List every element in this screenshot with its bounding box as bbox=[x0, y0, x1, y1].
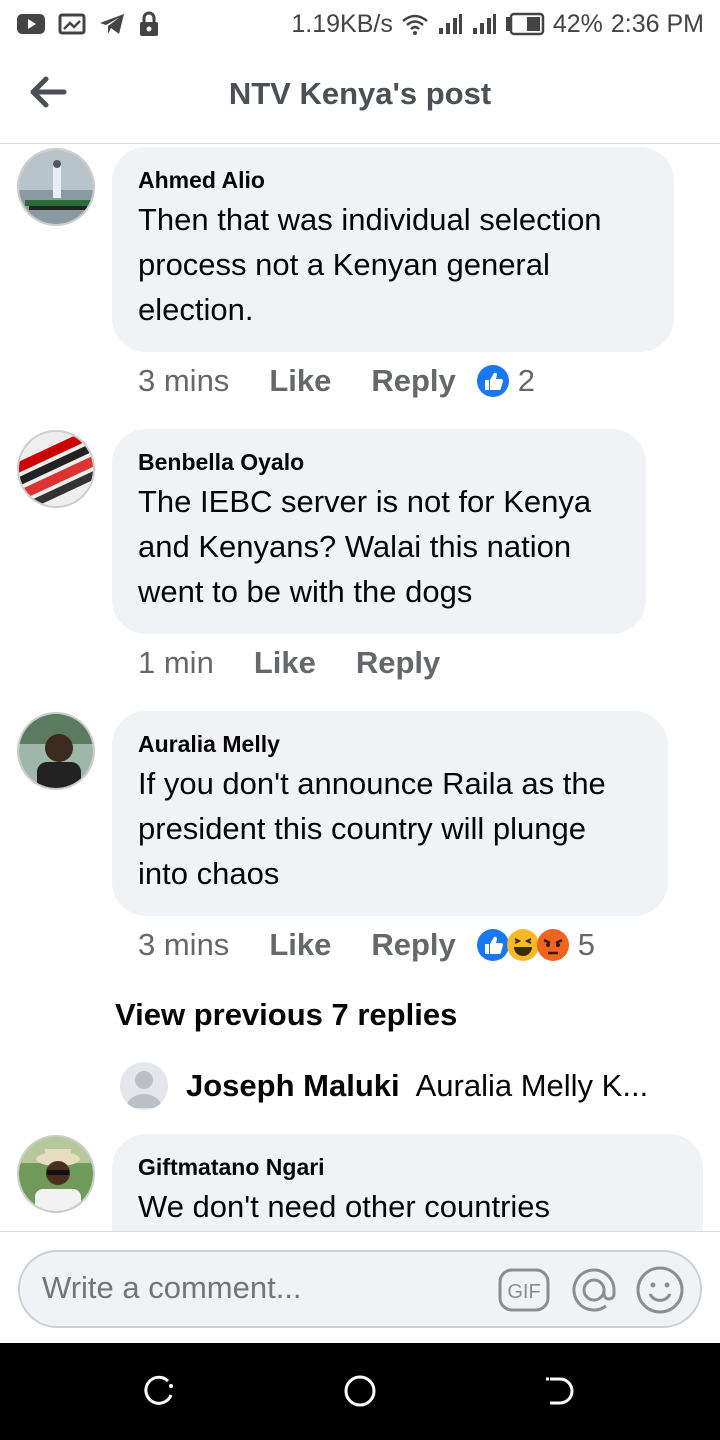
comment-bubble[interactable]: Ahmed Alio Then that was individual sele… bbox=[112, 147, 674, 352]
system-status: 1.19KB/s 42% 2:36 PM bbox=[291, 10, 704, 39]
comment-bubble[interactable]: Auralia Melly If you don't announce Rail… bbox=[112, 711, 668, 916]
comment-actions: 3 mins Like Reply 2 bbox=[138, 363, 535, 399]
comment-input[interactable] bbox=[42, 1270, 482, 1306]
youtube-icon bbox=[17, 14, 45, 34]
comment-actions: 1 min Like Reply bbox=[138, 645, 440, 681]
reaction-count: 5 bbox=[577, 927, 596, 962]
emoji-icon[interactable] bbox=[634, 1264, 686, 1316]
avatar-benbella-oyalo[interactable] bbox=[17, 430, 95, 508]
system-navigation-bar bbox=[0, 1343, 720, 1440]
page-title: NTV Kenya's post bbox=[228, 76, 492, 111]
comment-bubble[interactable]: Giftmatano Ngari We don't need other cou… bbox=[112, 1134, 703, 1231]
comment-author[interactable]: Benbella Oyalo bbox=[138, 447, 620, 477]
comment-composer: GIF bbox=[0, 1231, 720, 1343]
default-avatar-icon[interactable] bbox=[120, 1062, 168, 1110]
comment-actions: 3 mins Like Reply 5 bbox=[138, 927, 595, 963]
comment-text: We don't need other countries bbox=[138, 1189, 551, 1224]
reaction-count: 2 bbox=[517, 363, 536, 398]
gif-label: GIF bbox=[507, 1281, 540, 1303]
comment-time: 3 mins bbox=[138, 363, 230, 398]
battery-icon bbox=[505, 12, 545, 36]
lock-icon bbox=[140, 11, 158, 36]
comment-text: If you don't announce Raila as the presi… bbox=[138, 766, 606, 891]
reply-button[interactable]: Reply bbox=[371, 363, 455, 399]
comment-time: 1 min bbox=[138, 645, 214, 680]
haha-icon bbox=[506, 929, 539, 961]
recent-apps-icon[interactable] bbox=[142, 1373, 178, 1409]
gif-icon[interactable]: GIF bbox=[498, 1264, 550, 1316]
signal-icon-2 bbox=[472, 14, 496, 34]
avatar-giftmatano-ngari[interactable] bbox=[17, 1135, 95, 1213]
clock: 2:36 PM bbox=[610, 9, 704, 38]
reactions-summary[interactable]: 5 bbox=[476, 927, 595, 963]
battery-level: 42% bbox=[552, 9, 603, 38]
reactions-summary[interactable]: 2 bbox=[476, 363, 535, 399]
comment-text: The IEBC server is not for Kenya and Ken… bbox=[138, 484, 592, 609]
like-button[interactable]: Like bbox=[269, 363, 331, 399]
gallery-icon bbox=[58, 13, 86, 35]
view-previous-replies-link[interactable]: View previous 7 replies bbox=[115, 997, 457, 1033]
like-button[interactable]: Like bbox=[254, 645, 316, 681]
post-header: NTV Kenya's post bbox=[0, 48, 720, 144]
status-bar: 1.19KB/s 42% 2:36 PM bbox=[0, 0, 720, 48]
comment-author[interactable]: Ahmed Alio bbox=[138, 165, 648, 195]
reply-preview[interactable]: Joseph Maluki Auralia Melly K... bbox=[120, 1062, 648, 1110]
reply-snippet: Auralia Melly K... bbox=[415, 1068, 649, 1103]
comment-text: Then that was individual selection proce… bbox=[138, 202, 602, 327]
like-button[interactable]: Like bbox=[269, 927, 331, 963]
signal-icon bbox=[438, 14, 462, 34]
notification-icons bbox=[16, 11, 160, 37]
like-icon bbox=[476, 365, 509, 397]
like-icon bbox=[476, 929, 509, 961]
network-speed: 1.19KB/s bbox=[291, 9, 393, 38]
reply-button[interactable]: Reply bbox=[371, 927, 455, 963]
comments-feed[interactable]: Ahmed Alio Then that was individual sele… bbox=[0, 145, 720, 1231]
reply-button[interactable]: Reply bbox=[356, 645, 440, 681]
comment-input-container[interactable]: GIF bbox=[18, 1250, 702, 1328]
comment-time: 3 mins bbox=[138, 927, 230, 962]
avatar-ahmed-alio[interactable] bbox=[17, 148, 95, 226]
back-nav-icon[interactable] bbox=[542, 1373, 578, 1409]
avatar-auralia-melly[interactable] bbox=[17, 712, 95, 790]
reply-author[interactable]: Joseph Maluki bbox=[186, 1068, 400, 1104]
comment-author[interactable]: Auralia Melly bbox=[138, 729, 642, 759]
comment-bubble[interactable]: Benbella Oyalo The IEBC server is not fo… bbox=[112, 429, 646, 634]
angry-icon bbox=[536, 929, 569, 961]
wifi-icon bbox=[402, 14, 428, 35]
telegram-icon bbox=[100, 14, 124, 34]
comment-author[interactable]: Giftmatano Ngari bbox=[138, 1152, 677, 1182]
mention-icon[interactable] bbox=[568, 1264, 620, 1316]
home-icon[interactable] bbox=[342, 1373, 378, 1409]
